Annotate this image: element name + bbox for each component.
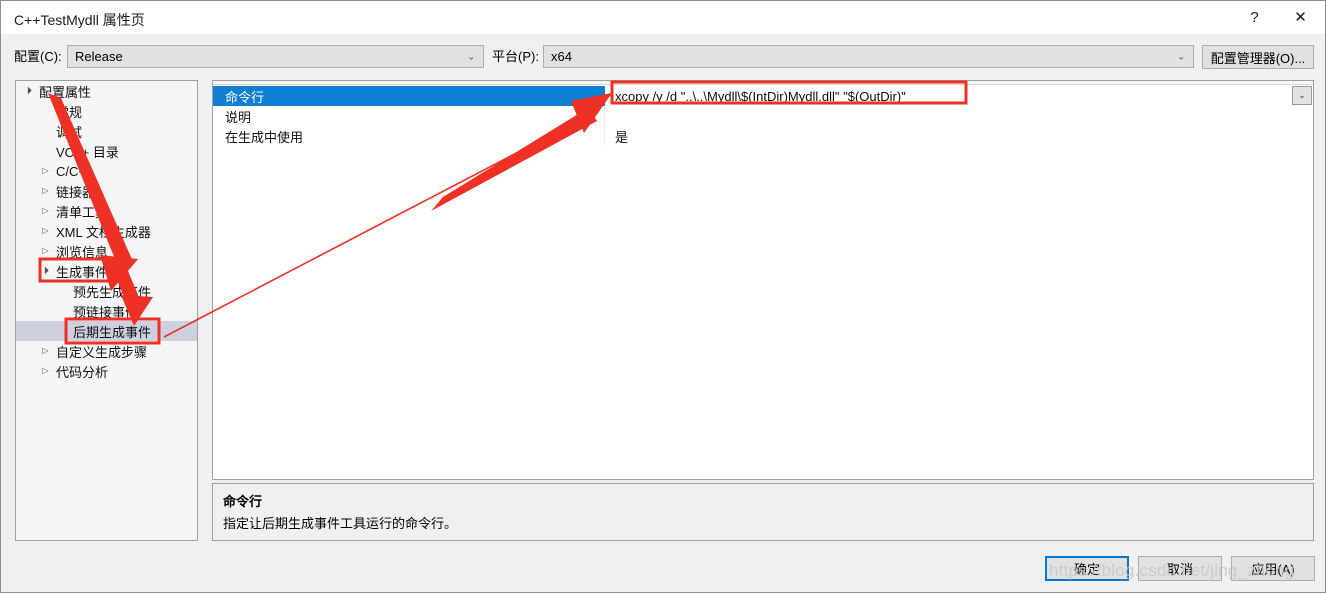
tree-item-label: 生成事件 — [56, 264, 109, 280]
tree-item-1[interactable]: 常规 — [16, 101, 197, 121]
twisty-collapsed-icon[interactable]: ▷ — [39, 341, 52, 361]
tree-item-label: 自定义生成步骤 — [56, 344, 148, 360]
property-name: 在生成中使用 — [213, 126, 605, 146]
properties-dialog: C++TestMydll 属性页 ? ✕ 配置(C): 平台(P): Relea… — [0, 0, 1326, 593]
tree-item-4[interactable]: ▷ C/C++ — [16, 161, 197, 181]
tree-item-label: 调试 — [56, 124, 83, 140]
configuration-label: 配置(C): — [14, 49, 62, 64]
table-row[interactable]: 命令行 xcopy /y /d "..\..\Mydll\$(IntDir)My… — [213, 86, 1313, 106]
platform-label: 平台(P): — [492, 49, 539, 64]
tree-item-label: 预先生成事件 — [73, 284, 152, 300]
description-text: 指定让后期生成事件工具运行的命令行。 — [223, 516, 458, 531]
property-value[interactable]: xcopy /y /d "..\..\Mydll\$(IntDir)Mydll.… — [605, 86, 1313, 106]
chevron-down-icon: ⌄ — [467, 51, 475, 61]
platform-select[interactable]: x64 ⌄ — [543, 45, 1194, 68]
property-value[interactable]: 是 — [605, 126, 1313, 146]
tree-item-6[interactable]: ▷ 清单工具 — [16, 201, 197, 221]
tree-item-label: 后期生成事件 — [73, 324, 152, 340]
tree-item-label: 清单工具 — [56, 204, 109, 220]
grid-header-strip — [213, 81, 1313, 85]
twisty-expanded-icon[interactable]: ◢ — [34, 259, 57, 282]
tree-item-0[interactable]: ◢ 配置属性 — [16, 81, 197, 101]
configuration-manager-button[interactable]: 配置管理器(O)... — [1202, 45, 1314, 69]
title-bar: C++TestMydll 属性页 ? ✕ — [1, 1, 1325, 34]
twisty-collapsed-icon[interactable]: ▷ — [39, 361, 52, 381]
twisty-collapsed-icon[interactable]: ▷ — [39, 221, 52, 241]
twisty-collapsed-icon[interactable]: ▷ — [39, 241, 52, 261]
help-icon[interactable]: ? — [1232, 1, 1277, 33]
twisty-collapsed-icon[interactable]: ▷ — [39, 201, 52, 221]
page-title: C++TestMydll 属性页 — [14, 12, 145, 28]
tree-item-5[interactable]: ▷ 链接器 — [16, 181, 197, 201]
tree-item-label: C/C++ — [56, 163, 94, 179]
configuration-select[interactable]: Release ⌄ — [67, 45, 484, 68]
property-value[interactable] — [605, 106, 1313, 126]
table-row[interactable]: 说明 — [213, 106, 1313, 126]
platform-value: x64 — [551, 49, 572, 64]
twisty-collapsed-icon[interactable]: ▷ — [39, 161, 52, 181]
ok-button[interactable]: 确定 — [1045, 556, 1129, 581]
tree-item-14[interactable]: ▷ 代码分析 — [16, 361, 197, 381]
tree-item-label: 常规 — [56, 104, 83, 120]
property-name: 说明 — [213, 106, 605, 126]
twisty-expanded-icon[interactable]: ◢ — [17, 81, 40, 103]
cancel-button[interactable]: 取消 — [1138, 556, 1222, 581]
property-name: 命令行 — [213, 86, 605, 106]
apply-button[interactable]: 应用(A) — [1231, 556, 1315, 581]
description-title: 命令行 — [223, 494, 263, 509]
tree-item-13[interactable]: ▷ 自定义生成步骤 — [16, 341, 197, 361]
tree-item-2[interactable]: 调试 — [16, 121, 197, 141]
tree-item-label: XML 文档生成器 — [56, 224, 151, 240]
configuration-value: Release — [75, 49, 123, 64]
tree-item-11[interactable]: 预链接事件 — [16, 301, 197, 321]
tree-item-label: 链接器 — [56, 184, 96, 200]
table-row[interactable]: 在生成中使用 是 — [213, 126, 1313, 146]
property-grid[interactable]: 命令行 xcopy /y /d "..\..\Mydll\$(IntDir)My… — [212, 80, 1314, 480]
tree-item-label: 代码分析 — [56, 364, 109, 380]
tree-item-9[interactable]: ◢ 生成事件 — [16, 261, 197, 281]
property-tree[interactable]: ◢ 配置属性 常规 调试 VC++ 目录 ▷ C/C++ ▷ 链接器 ▷ 清单工具 ▷ XML 文档生成… — [15, 80, 198, 541]
tree-item-label: 浏览信息 — [56, 244, 109, 260]
tree-item-10[interactable]: 预先生成事件 — [16, 281, 197, 301]
tree-item-7[interactable]: ▷ XML 文档生成器 — [16, 221, 197, 241]
tree-item-12[interactable]: 后期生成事件 — [16, 321, 197, 341]
value-dropdown-button[interactable]: ⌄ — [1292, 86, 1312, 105]
tree-item-8[interactable]: ▷ 浏览信息 — [16, 241, 197, 261]
tree-item-label: 配置属性 — [39, 84, 92, 100]
close-icon[interactable]: ✕ — [1278, 1, 1323, 33]
description-panel: 命令行 指定让后期生成事件工具运行的命令行。 — [212, 483, 1314, 541]
twisty-collapsed-icon[interactable]: ▷ — [39, 181, 52, 201]
tree-item-3[interactable]: VC++ 目录 — [16, 141, 197, 161]
tree-item-label: VC++ 目录 — [56, 144, 119, 160]
tree-item-label: 预链接事件 — [73, 304, 139, 320]
chevron-down-icon: ⌄ — [1177, 51, 1185, 61]
